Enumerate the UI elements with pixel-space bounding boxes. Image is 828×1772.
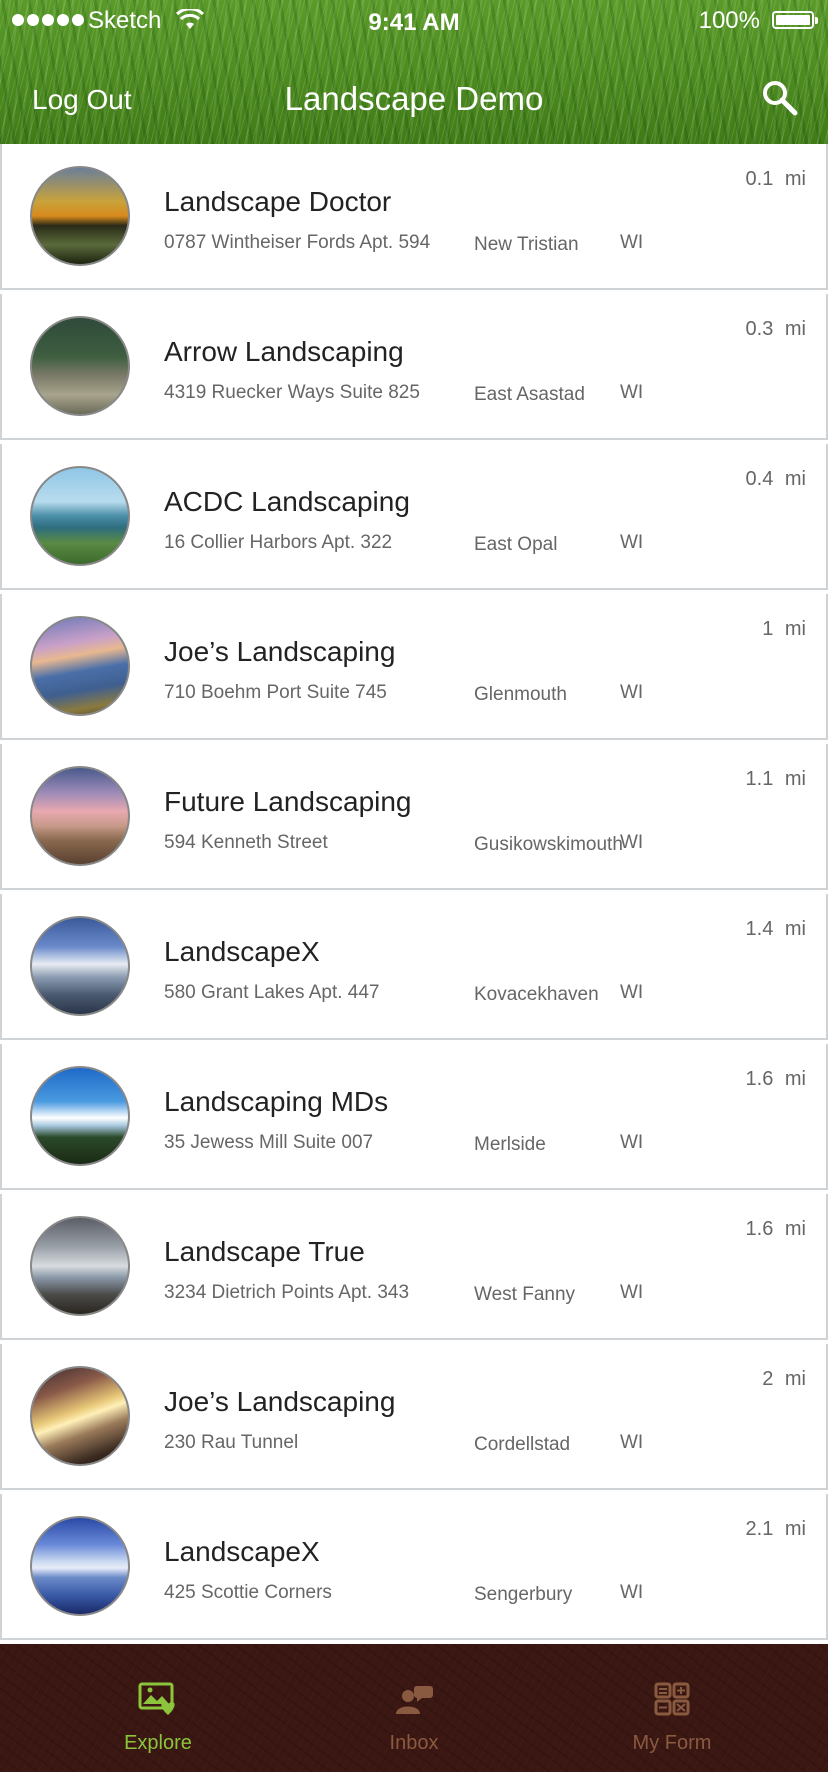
landscape-photo-avatar: [30, 316, 130, 416]
state: WI: [620, 532, 644, 553]
tab-label: My Form: [632, 1732, 712, 1754]
distance: 1.6 mi: [745, 1218, 806, 1240]
tab-label: Inbox: [389, 1732, 439, 1754]
business-name: Landscaping MDs: [164, 1086, 389, 1117]
street-address: 3234 Dietrich Points Apt. 343: [164, 1282, 410, 1303]
city: New Tristian: [474, 234, 579, 255]
inbox-icon: [396, 1686, 433, 1714]
navigation-bar: Log Out Landscape Demo: [0, 42, 828, 142]
list-item[interactable]: ACDC Landscaping 16 Collier Harbors Apt.…: [0, 444, 828, 590]
city: Gusikowskimouth: [474, 834, 623, 855]
city: Merlside: [474, 1134, 546, 1155]
distance: 2 mi: [762, 1368, 806, 1390]
street-address: 16 Collier Harbors Apt. 322: [164, 532, 393, 553]
landscape-photo-avatar: [30, 1366, 130, 1466]
business-name: ACDC Landscaping: [164, 486, 410, 517]
landscape-photo-avatar: [30, 616, 130, 716]
landscape-photo-avatar: [30, 766, 130, 866]
tab-label: Explore: [124, 1732, 192, 1754]
business-name: Joe’s Landscaping: [164, 1386, 396, 1417]
header: Sketch 9:41 AM 100% Log Out Landscape De…: [0, 0, 828, 144]
business-name: Joe’s Landscaping: [164, 636, 396, 667]
list-item[interactable]: Joe’s Landscaping 710 Boehm Port Suite 7…: [0, 594, 828, 740]
state: WI: [620, 832, 644, 853]
city: Glenmouth: [474, 684, 567, 705]
city: Kovacekhaven: [474, 984, 599, 1005]
distance: 1.4 mi: [745, 918, 806, 940]
list-item[interactable]: LandscapeX 425 Scottie Corners Sengerbur…: [0, 1494, 828, 1640]
street-address: 425 Scottie Corners: [164, 1582, 332, 1603]
business-name: Future Landscaping: [164, 786, 412, 817]
distance: 1 mi: [762, 618, 806, 640]
distance: 0.3 mi: [745, 318, 806, 340]
state: WI: [620, 1582, 644, 1603]
tab-explore[interactable]: Explore: [20, 1644, 296, 1772]
business-name: LandscapeX: [164, 936, 320, 967]
state: WI: [620, 982, 644, 1003]
city: East Asastad: [474, 384, 585, 405]
page-title: Landscape Demo: [284, 80, 544, 117]
distance: 0.1 mi: [745, 168, 806, 190]
business-name: LandscapeX: [164, 1536, 320, 1567]
battery-icon: [772, 11, 818, 29]
state: WI: [620, 1282, 644, 1303]
tab-my-form[interactable]: My Form: [534, 1644, 810, 1772]
state: WI: [620, 1432, 644, 1453]
business-name: Landscape Doctor: [164, 186, 392, 217]
list-item[interactable]: Arrow Landscaping 4319 Ruecker Ways Suit…: [0, 294, 828, 440]
my-form-icon: [654, 1682, 690, 1716]
distance: 2.1 mi: [745, 1518, 806, 1540]
tab-bar: Explore Inbox My Form: [0, 1644, 828, 1772]
status-bar: Sketch 9:41 AM 100%: [0, 0, 828, 42]
street-address: 710 Boehm Port Suite 745: [164, 682, 387, 703]
list-item[interactable]: Landscape Doctor 0787 Wintheiser Fords A…: [0, 144, 828, 290]
distance: 1.1 mi: [745, 768, 806, 790]
list-item[interactable]: Joe’s Landscaping 230 Rau Tunnel Cordell…: [0, 1344, 828, 1490]
landscaper-list: Landscape Doctor 0787 Wintheiser Fords A…: [0, 144, 828, 1644]
street-address: 35 Jewess Mill Suite 007: [164, 1132, 374, 1153]
street-address: 580 Grant Lakes Apt. 447: [164, 982, 380, 1003]
distance: 1.6 mi: [745, 1068, 806, 1090]
landscape-photo-avatar: [30, 1216, 130, 1316]
state: WI: [620, 232, 644, 253]
list-item[interactable]: LandscapeX 580 Grant Lakes Apt. 447 Kova…: [0, 894, 828, 1040]
state: WI: [620, 682, 644, 703]
landscape-photo-avatar: [30, 166, 130, 266]
list-item[interactable]: Future Landscaping 594 Kenneth Street Gu…: [0, 744, 828, 890]
city: Cordellstad: [474, 1434, 571, 1455]
search-icon[interactable]: [760, 78, 800, 118]
city: Sengerbury: [474, 1584, 573, 1605]
street-address: 230 Rau Tunnel: [164, 1432, 299, 1453]
landscape-photo-avatar: [30, 466, 130, 566]
list-item[interactable]: Landscape True 3234 Dietrich Points Apt.…: [0, 1194, 828, 1340]
landscape-photo-avatar: [30, 1066, 130, 1166]
city: West Fanny: [474, 1284, 576, 1305]
battery-percent: 100%: [698, 7, 760, 34]
business-name: Arrow Landscaping: [164, 336, 404, 367]
street-address: 0787 Wintheiser Fords Apt. 594: [164, 232, 431, 253]
state: WI: [620, 382, 644, 403]
landscape-photo-avatar: [30, 916, 130, 1016]
tab-inbox[interactable]: Inbox: [276, 1644, 552, 1772]
business-name: Landscape True: [164, 1236, 365, 1267]
street-address: 594 Kenneth Street: [164, 832, 328, 853]
street-address: 4319 Ruecker Ways Suite 825: [164, 382, 420, 403]
explore-icon: [138, 1682, 175, 1715]
city: East Opal: [474, 534, 558, 555]
list-item[interactable]: Landscaping MDs 35 Jewess Mill Suite 007…: [0, 1044, 828, 1190]
distance: 0.4 mi: [745, 468, 806, 490]
state: WI: [620, 1132, 644, 1153]
landscape-photo-avatar: [30, 1516, 130, 1616]
